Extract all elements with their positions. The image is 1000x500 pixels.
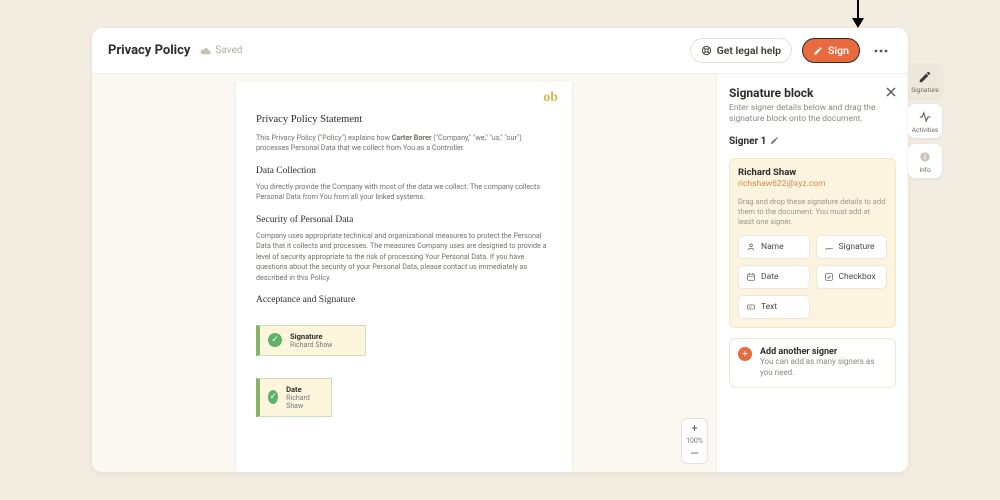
signer-email: richshaw622@xyz.com [738, 179, 887, 189]
doc-section-heading: Security of Personal Data [256, 215, 552, 225]
info-icon [918, 150, 932, 164]
right-rail: Signature Activities Info [908, 64, 944, 178]
checkbox-icon [824, 272, 834, 282]
field-chip-date[interactable]: Date [738, 265, 810, 289]
doc-intro: This Privacy Policy ("Policy") explains … [256, 133, 552, 154]
page-title: Privacy Policy [108, 43, 190, 58]
more-menu-button[interactable] [870, 40, 892, 62]
placed-signature-block[interactable]: ✓ Signature Richard Shaw [256, 325, 366, 356]
get-legal-help-button[interactable]: Get legal help [690, 38, 792, 63]
pen-icon [918, 70, 932, 84]
text-icon [746, 302, 756, 312]
zoom-in-button[interactable]: + [687, 422, 703, 435]
lifesaver-icon [701, 45, 712, 56]
document-viewer[interactable]: ob Privacy Policy Statement This Privacy… [92, 74, 716, 472]
zoom-level: 100% [686, 437, 703, 445]
field-chip-checkbox[interactable]: Checkbox [816, 265, 888, 289]
header-bar: Privacy Policy Saved Get legal help Sign [92, 28, 908, 74]
field-chip-name[interactable]: Name [738, 235, 810, 259]
placed-date-block[interactable]: ✓ Date Richard Shaw [256, 378, 332, 417]
rail-tab-signature[interactable]: Signature [908, 64, 942, 98]
pencil-icon [770, 136, 779, 145]
edit-signer-button[interactable] [770, 136, 779, 148]
activity-icon [918, 110, 932, 124]
close-panel-button[interactable] [886, 86, 896, 100]
field-chip-grid: Name Signature Date Checkbox [738, 235, 887, 319]
doc-section-heading: Acceptance and Signature [256, 295, 552, 305]
signature-panel: Signature block Enter signer details bel… [716, 74, 908, 472]
brand-logo-icon: ob [543, 90, 558, 106]
doc-section-heading: Data Collection [256, 166, 552, 176]
rail-tab-activities[interactable]: Activities [908, 104, 942, 138]
document-page: ob Privacy Policy Statement This Privacy… [236, 82, 572, 472]
app-window: Privacy Policy Saved Get legal help Sign… [92, 28, 908, 472]
cloud-icon [200, 47, 211, 55]
close-icon [886, 87, 896, 97]
annotation-arrow-icon [848, 0, 868, 28]
pen-icon [813, 46, 823, 56]
rail-tab-info[interactable]: Info [908, 144, 942, 178]
save-indicator: Saved [200, 45, 242, 56]
main-area: ob Privacy Policy Statement This Privacy… [92, 74, 908, 472]
sign-button[interactable]: Sign [802, 38, 860, 63]
panel-title: Signature block [729, 86, 886, 100]
doc-section-body: You directly provide the Company with mo… [256, 182, 552, 203]
person-icon [746, 242, 756, 252]
doc-section-body: Company uses appropriate technical and o… [256, 231, 552, 283]
signer-name: Richard Shaw [738, 167, 887, 178]
signature-icon [824, 242, 834, 252]
add-signer-button[interactable]: + Add another signer You can add as many… [729, 338, 896, 388]
doc-heading: Privacy Policy Statement [256, 114, 552, 125]
field-chip-text[interactable]: Text [738, 295, 810, 319]
zoom-controls: + 100% — [681, 418, 708, 464]
calendar-icon [746, 272, 756, 282]
check-icon: ✓ [268, 390, 278, 404]
signer-heading: Signer 1 [729, 136, 896, 148]
plus-icon: + [738, 347, 752, 361]
field-chip-signature[interactable]: Signature [816, 235, 888, 259]
check-icon: ✓ [268, 333, 282, 347]
signer-help-text: Drag and drop these signature details to… [738, 197, 887, 227]
zoom-out-button[interactable]: — [687, 447, 703, 460]
panel-description: Enter signer details below and drag the … [729, 103, 886, 126]
signer-card: Richard Shaw richshaw622@xyz.com Drag an… [729, 158, 896, 328]
dots-icon [874, 49, 888, 53]
